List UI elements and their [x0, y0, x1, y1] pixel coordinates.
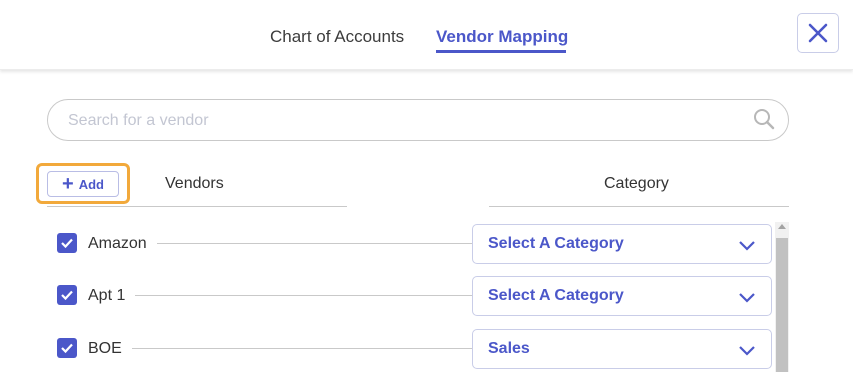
check-icon — [61, 343, 73, 354]
add-vendor-button[interactable]: + Add — [47, 171, 119, 197]
category-select-value: Select A Category — [488, 287, 624, 304]
tab-vendor-mapping[interactable]: Vendor Mapping — [436, 27, 568, 47]
category-select[interactable]: Select A Category — [472, 224, 772, 264]
vendor-row: Amazon Select A Category — [0, 222, 853, 266]
category-column-header: Category — [604, 175, 669, 192]
vendor-row: Apt 1 Select A Category — [0, 274, 853, 318]
vendor-checkbox[interactable] — [57, 233, 77, 253]
search-input[interactable] — [68, 110, 728, 132]
add-button-label: Add — [78, 176, 104, 192]
search-bar — [47, 99, 789, 141]
vendors-column-header: Vendors — [165, 175, 224, 192]
close-icon — [808, 23, 828, 43]
scrollbar-thumb[interactable] — [776, 238, 788, 372]
vendor-checkbox[interactable] — [57, 285, 77, 305]
tab-chart-of-accounts[interactable]: Chart of Accounts — [270, 27, 404, 47]
connector-line — [88, 348, 472, 349]
close-button[interactable] — [797, 13, 839, 53]
category-select[interactable]: Select A Category — [472, 276, 772, 316]
search-icon[interactable] — [752, 107, 776, 131]
chevron-down-icon — [739, 346, 755, 356]
vendor-name: BOE — [88, 340, 132, 358]
plus-icon: + — [62, 173, 74, 195]
category-select-value: Select A Category — [488, 235, 624, 252]
check-icon — [61, 238, 73, 249]
chevron-down-icon — [739, 293, 755, 303]
header: Chart of Accounts Vendor Mapping — [0, 0, 853, 70]
category-select-value: Sales — [488, 340, 530, 357]
divider — [47, 206, 347, 207]
vendor-row: BOE Sales — [0, 327, 853, 371]
vendor-name: Amazon — [88, 235, 157, 253]
chevron-down-icon — [739, 241, 755, 251]
check-icon — [61, 290, 73, 301]
connector-line — [88, 295, 472, 296]
category-select[interactable]: Sales — [472, 329, 772, 369]
active-tab-indicator — [436, 50, 566, 53]
vendor-name: Apt 1 — [88, 287, 136, 305]
scroll-up-arrow-icon[interactable] — [778, 224, 786, 229]
divider — [489, 206, 789, 207]
vendor-checkbox[interactable] — [57, 338, 77, 358]
